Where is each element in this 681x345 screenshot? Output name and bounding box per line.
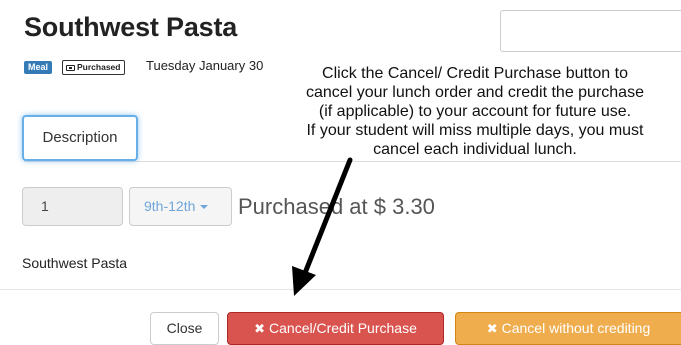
annotation-arrow-icon <box>292 157 353 296</box>
